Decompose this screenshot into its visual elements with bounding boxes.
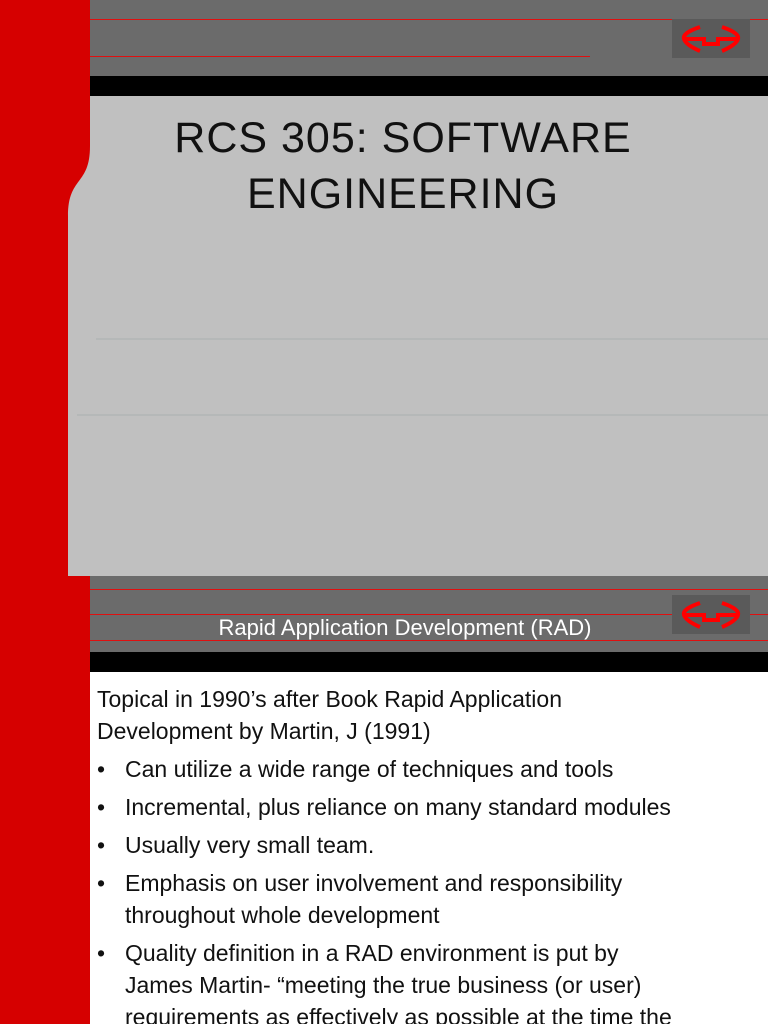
- intro-line: Topical in 1990’s after Book Rapid Appli…: [97, 686, 562, 712]
- bullet-icon: •: [97, 756, 106, 782]
- bullet-item: • Emphasis on user involvement and respon…: [97, 867, 672, 931]
- divider: [90, 19, 768, 20]
- bullet-line: Quality definition in a RAD environment …: [125, 940, 619, 966]
- bullet-icon: •: [97, 870, 106, 896]
- slide1-black-band: [90, 76, 768, 96]
- title-line: ENGINEERING: [246, 170, 560, 218]
- bullet-item: • Quality definition in a RAD environment…: [97, 937, 672, 1024]
- logo-icon: [672, 19, 750, 58]
- bullet-line: requirements as effectively as possible …: [125, 1004, 672, 1024]
- slide2-black-band: [90, 652, 768, 672]
- bullet-line: Can utilize a wide range of techniques a…: [125, 756, 614, 782]
- divider: [90, 589, 768, 590]
- intro-line: Development by Martin, J (1991): [97, 718, 431, 744]
- bullet-line: throughout whole development: [125, 902, 440, 928]
- slide2-title: Rapid Application Development (RAD): [218, 615, 592, 640]
- bullet-line: James Martin- “meeting the true business…: [125, 972, 642, 998]
- slide1-header-band: [90, 0, 768, 76]
- divider: [90, 56, 590, 57]
- bullet-item: • Can utilize a wide range of techniques …: [97, 753, 672, 785]
- slide2-body: Topical in 1990’s after Book Rapid Appli…: [97, 683, 672, 1024]
- bullet-line: Emphasis on user involvement and respons…: [125, 870, 623, 896]
- bullet-item: • Usually very small team.: [97, 829, 672, 861]
- bullet-line: Usually very small team.: [125, 832, 375, 858]
- bullet-icon: •: [97, 940, 106, 966]
- bullet-item: • Incremental, plus reliance on many stan…: [97, 791, 672, 823]
- title-line: RCS 305: SOFTWARE: [174, 114, 632, 162]
- bullet-icon: •: [97, 794, 106, 820]
- slide1-title: RCS 305: SOFTWARE ENGINEERING: [90, 110, 716, 222]
- bullet-line: Incremental, plus reliance on many stand…: [125, 794, 671, 820]
- bullet-icon: •: [97, 832, 106, 858]
